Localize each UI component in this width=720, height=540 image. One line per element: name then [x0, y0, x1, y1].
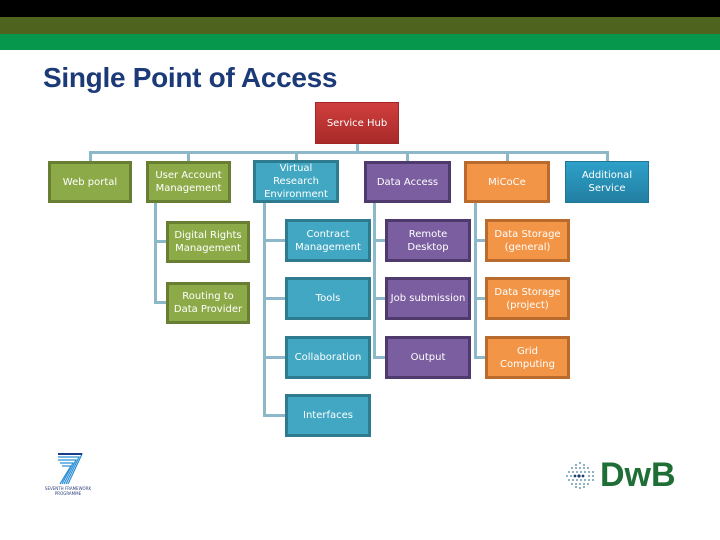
- header-bar-black: [0, 0, 720, 17]
- contract-management-node: Contract Management: [285, 219, 371, 262]
- connector-job-submission: [373, 297, 385, 300]
- dwb-wordmark: DwB: [600, 456, 676, 494]
- job-submission-node: Job submission: [385, 277, 471, 320]
- collaboration-node: Collaboration: [285, 336, 371, 379]
- node-label: Interfaces: [303, 410, 353, 421]
- node-label: Data Storage (project): [494, 286, 561, 311]
- dwb-dots-icon: [566, 462, 594, 489]
- connector-top-horizontal: [89, 151, 609, 154]
- node-label: Digital Rights Management: [174, 230, 242, 254]
- node-label: Additional Service: [581, 170, 633, 194]
- connector-routing: [154, 301, 166, 304]
- connector-digital-rights: [154, 240, 166, 243]
- connector-tools: [263, 297, 285, 300]
- node-label: Job submission: [390, 293, 466, 304]
- routing-node: Routing to Data Provider: [166, 282, 250, 324]
- node-label: Output: [410, 352, 446, 363]
- node-label: Data Access: [376, 176, 439, 188]
- user-account-node: User Account Management: [146, 161, 231, 203]
- connector-collaboration: [263, 356, 285, 359]
- node-label: Routing to Data Provider: [173, 291, 243, 315]
- connector-additional: [606, 151, 609, 161]
- node-label: Contract Management: [295, 228, 361, 253]
- header-bar-green: [0, 34, 720, 50]
- node-label: Tools: [315, 293, 341, 304]
- connector-micoce: [506, 151, 509, 161]
- connector-micoce-vertical: [474, 203, 477, 359]
- fp7-logo: SEVENTH FRAMEWORK PROGRAMME: [38, 452, 98, 497]
- connector-contract: [263, 239, 285, 242]
- node-label: Web portal: [62, 176, 118, 188]
- fp7-seven-icon: [58, 453, 83, 485]
- storage-project-node: Data Storage (project): [485, 277, 570, 320]
- digital-rights-node: Digital Rights Management: [166, 221, 250, 263]
- vre-node: Virtual Research Environment: [253, 160, 339, 203]
- node-label: MiCoCe: [488, 176, 526, 188]
- node-label: Data Storage (general): [494, 228, 561, 253]
- storage-general-node: Data Storage (general): [485, 219, 570, 262]
- fp7-text-line2: PROGRAMME: [54, 491, 82, 496]
- tools-node: Tools: [285, 277, 371, 320]
- node-label: User Account Management: [155, 170, 222, 194]
- connector-data-access-vertical: [373, 203, 376, 359]
- node-label: Remote Desktop: [407, 228, 449, 253]
- node-label: Grid Computing: [500, 345, 555, 370]
- additional-service-node: Additional Service: [565, 161, 649, 203]
- node-label: Service Hub: [326, 117, 388, 129]
- micoce-node: MiCoCe: [464, 161, 550, 203]
- connector-interfaces: [263, 414, 285, 417]
- service-hub-node: Service Hub: [315, 102, 399, 144]
- interfaces-node: Interfaces: [285, 394, 371, 437]
- node-label: Collaboration: [294, 352, 362, 363]
- web-portal-node: Web portal: [48, 161, 132, 203]
- connector-vre-vertical: [263, 203, 266, 416]
- connector-web-portal: [89, 151, 92, 161]
- grid-computing-node: Grid Computing: [485, 336, 570, 379]
- connector-remote-desktop: [373, 239, 385, 242]
- connector-user-account: [187, 151, 190, 161]
- data-access-node: Data Access: [364, 161, 451, 203]
- dwb-logo: DwB: [560, 455, 690, 495]
- connector-data-access: [406, 151, 409, 161]
- header-bar-olive: [0, 17, 720, 34]
- output-node: Output: [385, 336, 471, 379]
- connector-output: [373, 356, 385, 359]
- node-label: Virtual Research Environment: [264, 163, 328, 200]
- remote-desktop-node: Remote Desktop: [385, 219, 471, 262]
- connector-user-account-vertical: [154, 202, 157, 304]
- page-title: Single Point of Access: [43, 62, 338, 93]
